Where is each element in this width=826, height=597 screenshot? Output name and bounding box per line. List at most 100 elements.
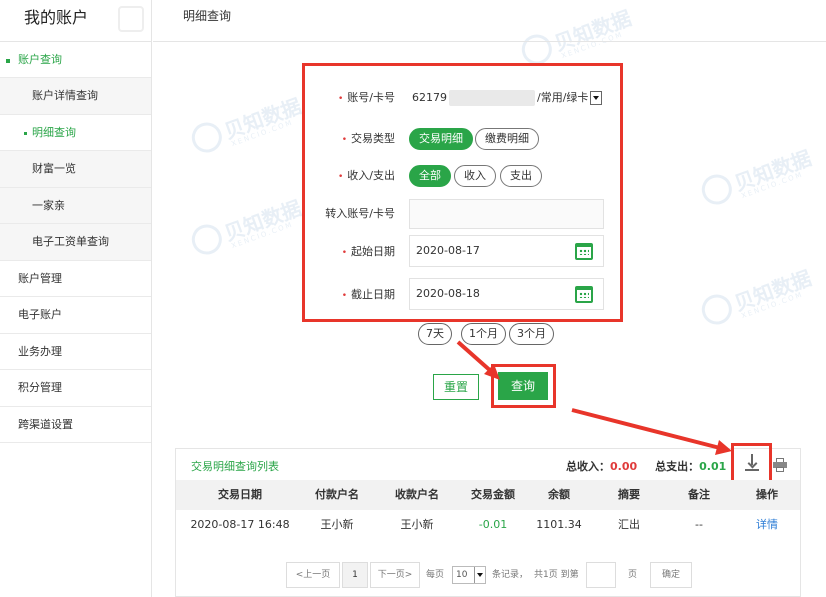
account-row: • 账号/卡号 62179/常用/绿卡: [305, 83, 620, 113]
total-expense-label: 总支出：: [655, 460, 700, 473]
goto-page-input[interactable]: [586, 562, 616, 588]
download-icon: [745, 454, 759, 472]
tx-type-option-transactions[interactable]: 交易明细: [409, 128, 473, 150]
column-header: 交易金额: [471, 488, 515, 501]
io-option-all[interactable]: 全部: [409, 165, 451, 187]
query-button[interactable]: 查询: [498, 372, 548, 400]
column-header: 余额: [548, 488, 570, 501]
io-row: • 收入/支出 全部 收入 支出: [305, 161, 620, 191]
sidebar: 我的账户 账户查询 账户详情查询 明细查询 财富一览 一家亲 电子工资单查询 账…: [0, 0, 152, 597]
chevron-down-icon[interactable]: [590, 91, 603, 105]
confirm-page-button[interactable]: 确定: [650, 562, 692, 588]
table-header: 交易日期 付款户名 收款户名 交易金额 余额 摘要 备注 操作: [176, 480, 800, 510]
cell-balance: 1101.34: [536, 518, 582, 531]
required-mark: •: [341, 291, 347, 301]
sidebar-item-e-account[interactable]: 电子账户: [0, 297, 151, 334]
cell-payer: 王小新: [320, 518, 354, 531]
sidebar-item-account-management[interactable]: 账户管理: [0, 261, 151, 297]
account-select[interactable]: 62179/常用/绿卡: [412, 83, 603, 113]
watermark-domain: XENCIO.COM: [740, 290, 805, 321]
sidebar-item-family[interactable]: 一家亲: [0, 187, 151, 224]
sidebar-brand: 我的账户: [0, 0, 151, 42]
column-header: 交易日期: [218, 488, 262, 501]
page-title: 明细查询: [183, 9, 232, 23]
watermark: 贝知数据XENCIO.COM: [697, 262, 817, 333]
wallet-icon: [118, 6, 144, 32]
next-page-button[interactable]: 下一页>: [370, 562, 420, 588]
end-date-label: • 截止日期: [341, 288, 395, 301]
calendar-icon[interactable]: [575, 243, 593, 260]
start-date-value: 2020-08-17: [416, 244, 480, 257]
required-mark: •: [337, 172, 344, 182]
pagination: <上一页 1 下一页> 每页 10 条记录， 共1页 到第 页 确定: [286, 562, 806, 588]
start-date-label: • 起始日期: [341, 245, 395, 258]
io-option-income[interactable]: 收入: [454, 165, 496, 187]
watermark: 贝知数据XENCIO.COM: [187, 192, 307, 263]
per-page-value: 10: [456, 570, 468, 580]
reset-button[interactable]: 重置: [433, 374, 479, 400]
column-header: 摘要: [618, 488, 640, 501]
watermark-domain: XENCIO.COM: [230, 118, 295, 149]
required-mark: •: [341, 135, 347, 145]
page: 贝知数据 XENCIO.COM 贝知数据 XENCIO.COM 贝知数据 XENCIO…: [0, 0, 826, 597]
prev-page-button[interactable]: <上一页: [286, 562, 340, 588]
sidebar-item-account-details[interactable]: 账户详情查询: [0, 78, 151, 115]
end-date-value: 2020-08-18: [416, 287, 480, 300]
sidebar-group-account-query[interactable]: 账户查询: [0, 42, 151, 78]
watermark-domain: XENCIO.COM: [230, 220, 295, 251]
watermark-brand: 贝知数据: [731, 145, 815, 196]
end-date-input[interactable]: 2020-08-18: [409, 278, 604, 310]
page-number[interactable]: 1: [342, 562, 368, 588]
tx-type-label: • 交易类型: [341, 132, 395, 145]
io-option-expense[interactable]: 支出: [500, 165, 542, 187]
watermark-logo-icon: [187, 118, 227, 157]
required-mark: •: [337, 94, 344, 104]
calendar-icon[interactable]: [575, 286, 593, 303]
sidebar-item-cross-channel[interactable]: 跨渠道设置: [0, 407, 151, 443]
tx-type-option-payments[interactable]: 缴费明细: [475, 128, 539, 150]
masked-account-number: [449, 90, 535, 106]
watermark-brand: 贝知数据: [731, 265, 815, 316]
quick-range-7-days[interactable]: 7天: [418, 323, 452, 345]
sidebar-item-business[interactable]: 业务办理: [0, 334, 151, 370]
quick-range-3-months[interactable]: 3个月: [509, 323, 554, 345]
query-form: • 账号/卡号 62179/常用/绿卡 • 交易类型 交易明细 缴费明细 • 收入/支…: [302, 63, 623, 322]
watermark: 贝知数据XENCIO.COM: [187, 90, 307, 161]
per-page-select[interactable]: 10: [452, 566, 486, 584]
quick-range-1-month[interactable]: 1个月: [461, 323, 506, 345]
sidebar-item-payslip[interactable]: 电子工资单查询: [0, 224, 151, 261]
details-link[interactable]: 详情: [738, 510, 796, 540]
io-label: • 收入/支出: [337, 169, 395, 182]
watermark-domain: XENCIO.COM: [740, 170, 805, 201]
results-title: 交易明细查询列表: [191, 460, 279, 473]
sidebar-item-wealth-overview[interactable]: 财富一览: [0, 151, 151, 188]
records-label: 条记录，: [492, 570, 529, 580]
cell-note: --: [695, 518, 703, 531]
transfer-account-input[interactable]: [409, 199, 604, 229]
sidebar-item-detail-query[interactable]: 明细查询: [0, 114, 151, 151]
watermark-logo-icon: [697, 170, 737, 209]
account-label: • 账号/卡号: [337, 91, 395, 104]
tx-type-row: • 交易类型 交易明细 缴费明细: [305, 124, 620, 154]
watermark-logo-icon: [697, 290, 737, 329]
watermark-brand: 贝知数据: [221, 195, 305, 246]
header: 明细查询: [153, 0, 826, 42]
start-date-input[interactable]: 2020-08-17: [409, 235, 604, 267]
cell-amount: -0.01: [478, 518, 508, 531]
table-row: 2020-08-17 16:48 王小新 王小新 -0.01 1101.34 汇…: [176, 510, 800, 540]
column-header: 操作: [756, 488, 778, 501]
print-icon[interactable]: [773, 458, 787, 472]
account-prefix: 62179: [412, 91, 447, 104]
watermark: 贝知数据XENCIO.COM: [697, 142, 817, 213]
query-button-highlight: 查询: [491, 364, 556, 408]
watermark-brand: 贝知数据: [221, 93, 305, 144]
sidebar-brand-title: 我的账户: [24, 8, 89, 27]
chevron-down-icon[interactable]: [474, 567, 485, 583]
column-header: 备注: [688, 488, 710, 501]
end-date-row: • 截止日期 2020-08-18: [305, 278, 620, 310]
download-button[interactable]: [731, 443, 772, 483]
column-header: 收款户名: [395, 488, 439, 501]
arrow-to-download-button: [571, 408, 721, 450]
sidebar-item-points[interactable]: 积分管理: [0, 370, 151, 407]
start-date-row: • 起始日期 2020-08-17: [305, 235, 620, 267]
